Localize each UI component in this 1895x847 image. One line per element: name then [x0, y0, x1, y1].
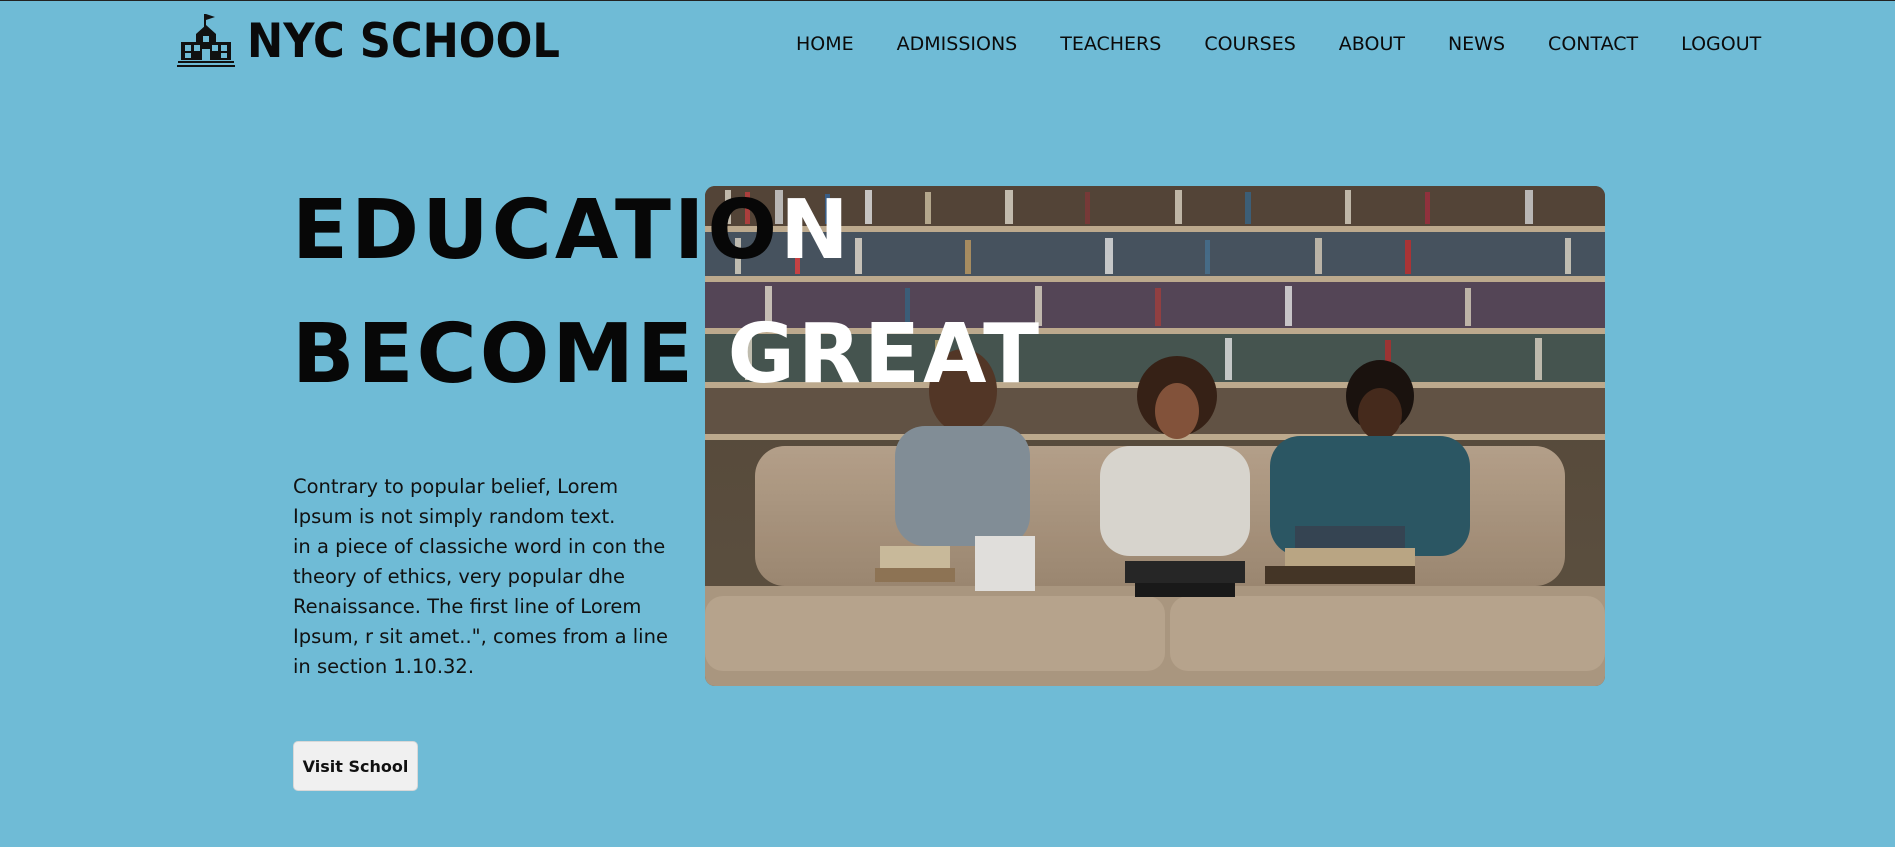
nav-contact[interactable]: CONTACT — [1548, 32, 1638, 56]
main-nav: HOME ADMISSIONS TEACHERS COURSES ABOUT N… — [796, 32, 1761, 56]
description-line: Renaissance. The first line of Lorem — [293, 595, 642, 618]
description-line: Ipsum is not simply random text. — [293, 505, 616, 528]
nav-home[interactable]: HOME — [796, 32, 854, 56]
logo[interactable]: NYC SCHOOL — [177, 14, 587, 68]
headline-word-dark: EDUCATIO — [292, 183, 781, 278]
brand-name: NYC SCHOOL — [247, 13, 560, 69]
nav-logout[interactable]: LOGOUT — [1681, 32, 1761, 56]
description-line: Contrary to popular belief, Lorem — [293, 475, 619, 498]
nav-courses[interactable]: COURSES — [1204, 32, 1295, 56]
nav-admissions[interactable]: ADMISSIONS — [897, 32, 1018, 56]
headline-word-light: N — [780, 183, 852, 278]
description-line: theory of ethics, very popular dhe — [293, 565, 626, 588]
description-line: in section 1.10.32. — [293, 655, 475, 678]
hero-headline-line1: EDUCATION — [292, 190, 852, 272]
nav-news[interactable]: NEWS — [1448, 32, 1505, 56]
description-line: in a piece of classiche word in con the — [293, 535, 666, 558]
hero-description: Contrary to popular belief, Lorem Ipsum … — [293, 472, 693, 682]
school-building-icon — [177, 14, 235, 67]
hero-headline-line2: BECOME GREAT — [292, 314, 1042, 396]
headline-word-light: GREAT — [727, 307, 1043, 402]
visit-school-button[interactable]: Visit School — [293, 741, 418, 791]
top-border — [0, 0, 1895, 1]
nav-teachers[interactable]: TEACHERS — [1060, 32, 1161, 56]
headline-word-dark: BECOME — [292, 307, 728, 402]
nav-about[interactable]: ABOUT — [1339, 32, 1405, 56]
description-line: Ipsum, r sit amet..", comes from a line — [293, 625, 668, 648]
